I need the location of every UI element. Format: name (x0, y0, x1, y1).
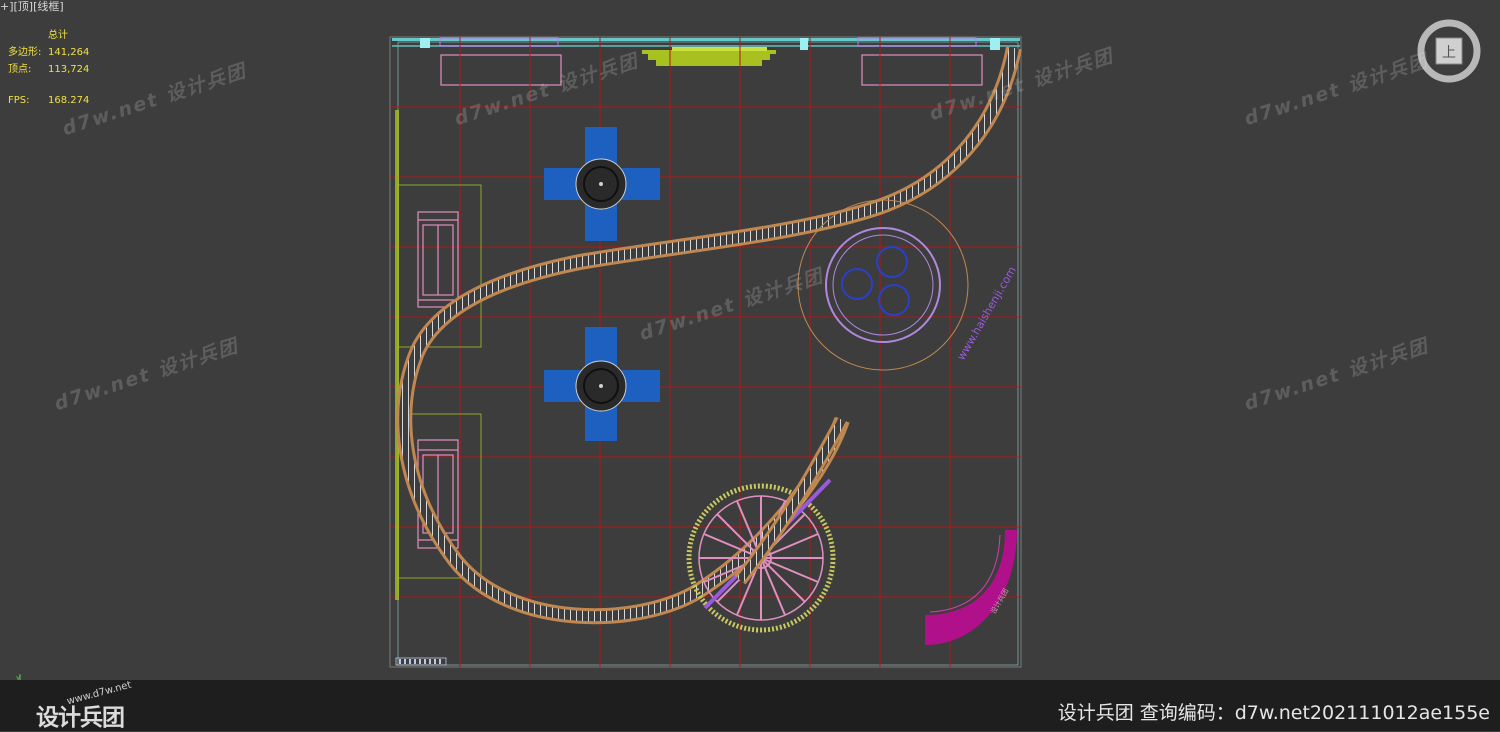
stats-polygons-value: 141,264 (48, 47, 90, 58)
stats-polygons-row: 多边形: 141,264 (8, 44, 89, 61)
viewcube-face-label[interactable]: 上 (1442, 45, 1456, 61)
cross-seating-upper (544, 127, 660, 241)
bottom-strip (395, 657, 447, 666)
stats-vertices-row: 顶点: 113,724 (8, 61, 89, 78)
status-bar: www.d7w.net 设计兵团 设计兵团 查询编码：d7w.net202111… (0, 680, 1500, 731)
reference-grid (390, 37, 1021, 667)
circle-logo-text: www.haishenji.com (955, 264, 1019, 362)
query-code: 设计兵团 查询编码：d7w.net202111012ae155e (1057, 702, 1490, 724)
rail-track-main (396, 46, 1022, 625)
brand-logo: www.d7w.net 设计兵团 (10, 680, 150, 731)
floor-boundary (389, 36, 1022, 668)
stats-vertices-value: 113,724 (48, 64, 90, 75)
viewport-top-wireframe[interactable]: www.haishenji.com 设计兵团 +][顶][线框] 总计 多边形:… (0, 0, 1500, 684)
floor-inner-boundary (397, 41, 1019, 666)
stage-platform (642, 47, 776, 66)
viewport-label[interactable]: +][顶][线框] (0, 0, 64, 14)
stats-header: 总计 (48, 30, 68, 41)
stats-overlay: 总计 多边形: 141,264 顶点: 113,724 FPS: 168.274 (8, 27, 89, 109)
stats-fps-label: FPS: (8, 95, 30, 106)
logo-text: 设计兵团 (36, 705, 125, 731)
left-booth-upper (417, 211, 459, 308)
stats-fps-row: FPS: 168.274 (8, 92, 89, 109)
stats-vertices-label: 顶点: (8, 64, 32, 75)
stats-polygons-label: 多边形: (8, 47, 42, 58)
